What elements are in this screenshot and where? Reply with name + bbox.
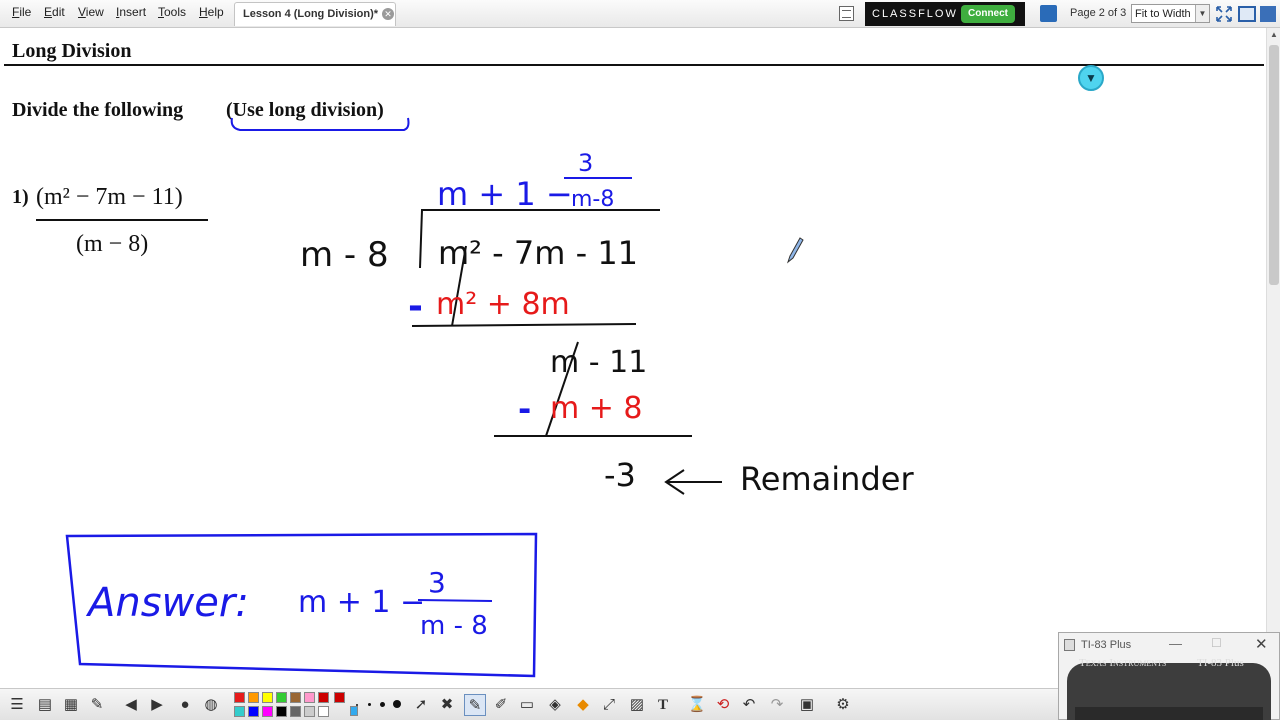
calculator-icon — [1064, 639, 1075, 651]
pointer-icon[interactable]: ➚ — [410, 694, 432, 716]
hint-underline — [230, 117, 410, 131]
ink-step1-sign: - — [408, 286, 423, 327]
swatch-pink[interactable] — [304, 692, 315, 703]
redo-icon[interactable]: ↷ — [766, 694, 788, 716]
ink-answer-head: m + 1 − — [298, 585, 425, 620]
ink-answer-den: m - 8 — [420, 611, 488, 641]
ink-quotient-head: m + 1 − — [437, 175, 573, 213]
close-icon[interactable]: ✕ — [1255, 635, 1268, 653]
swatch-yellow[interactable] — [262, 692, 273, 703]
connector-icon[interactable]: ⤢ — [598, 694, 620, 716]
swatch-current[interactable] — [334, 692, 345, 703]
clear-icon[interactable]: ▨ — [626, 694, 648, 716]
page-icon[interactable]: ▣ — [796, 694, 818, 716]
swatch-white[interactable] — [318, 706, 329, 717]
swatch-magenta[interactable] — [262, 706, 273, 717]
step1-line — [411, 323, 637, 327]
hourglass-icon[interactable]: ⌛ — [686, 694, 708, 716]
ink-quotient-den: m-8 — [571, 187, 614, 212]
swatch-cyan[interactable] — [234, 706, 245, 717]
ink-dividend: m² - 7m - 11 — [438, 234, 638, 272]
browser-icon[interactable]: ▤ — [34, 694, 56, 716]
menu-icon[interactable]: ☰ — [6, 694, 28, 716]
ink-remainder-value: -3 — [604, 456, 636, 494]
swatch-green[interactable] — [276, 692, 287, 703]
undo-icon[interactable]: ↶ — [738, 694, 760, 716]
next-page-icon[interactable]: ▶ — [146, 694, 168, 716]
minimize-icon[interactable]: — — [1169, 636, 1182, 651]
shape-icon[interactable]: ◆ — [572, 694, 594, 716]
globe-icon[interactable]: ◍ — [200, 694, 222, 716]
pen-width-3[interactable] — [380, 702, 385, 707]
calculator-body[interactable] — [1067, 663, 1271, 720]
vertical-scrollbar[interactable]: ▲ — [1266, 28, 1280, 632]
calculator-brand: Texas Instruments — [1079, 657, 1167, 669]
ink-step2-subtrahend: m + 8 — [550, 391, 643, 426]
swatch-black[interactable] — [276, 706, 287, 717]
tools-wrench-icon[interactable]: ✖ — [436, 694, 458, 716]
swatch-gray[interactable] — [290, 706, 301, 717]
ink-answer-num: 3 — [428, 566, 446, 599]
swatch-orange[interactable] — [248, 692, 259, 703]
remainder-arrow — [664, 469, 722, 495]
ink-quotient-num: 3 — [578, 149, 593, 177]
calculator-titlebar[interactable]: TI-83 Plus — ☐ ✕ — [1059, 633, 1279, 657]
ink-answer-bar — [417, 599, 493, 602]
ink-step2-sign: - — [518, 390, 531, 428]
swatch-brown[interactable] — [290, 692, 301, 703]
fill-icon[interactable]: ◈ — [544, 694, 566, 716]
tools-icon[interactable]: ✎ — [86, 694, 108, 716]
swatch-blue[interactable] — [248, 706, 259, 717]
maximize-icon[interactable]: ☐ — [1211, 636, 1222, 650]
ink-step1-subtrahend: m² + 8m — [436, 287, 570, 322]
ink-answer-label: Answer: — [85, 580, 249, 626]
eraser-icon[interactable]: ▭ — [516, 694, 538, 716]
text-icon[interactable]: T — [652, 694, 674, 716]
ink-divisor: m - 8 — [300, 235, 389, 275]
record-icon[interactable]: ● — [174, 694, 196, 716]
pen-cursor-icon — [786, 237, 804, 264]
customize-icon[interactable]: ⚙ — [832, 694, 854, 716]
pen-width-1[interactable] — [356, 704, 358, 706]
swatch-lightgray[interactable] — [304, 706, 315, 717]
scroll-up-icon[interactable]: ▲ — [1267, 28, 1280, 42]
pen-icon[interactable]: ✎ — [464, 694, 486, 716]
swatch-darkred[interactable] — [318, 692, 329, 703]
calculator-window[interactable]: TI-83 Plus — ☐ ✕ Texas Instruments TI-83… — [1058, 632, 1280, 720]
swatch-selected[interactable] — [350, 706, 358, 716]
prev-page-icon[interactable]: ◀ — [120, 694, 142, 716]
highlighter-icon[interactable]: ✐ — [490, 694, 512, 716]
swatch-red[interactable] — [234, 692, 245, 703]
reset-icon[interactable]: ⟲ — [712, 694, 734, 716]
ink-layer: m + 1 − 3 m-8 m - 8 m² - 7m - 11 - m² + … — [65, 117, 914, 678]
bottom-toolbar: ☰ ▤ ▦ ✎ ◀ ▶ ● ◍ ➚ ✖ ✎ ✐ ▭ ◈ ◆ ⤢ ▨ T ⌛ ⟲ … — [0, 688, 1060, 720]
calculator-screen — [1075, 707, 1263, 720]
pen-width-4[interactable] — [393, 700, 401, 708]
calculator-title: TI-83 Plus — [1081, 639, 1132, 651]
ink-remainder-label: Remainder — [740, 460, 914, 498]
pen-width-2[interactable] — [368, 703, 371, 706]
scroll-thumb[interactable] — [1269, 45, 1279, 285]
resource-icon[interactable]: ▦ — [60, 694, 82, 716]
ink-step2-remainder: m - 11 — [550, 345, 647, 380]
calculator-model: TI-83 Plus — [1197, 657, 1244, 669]
